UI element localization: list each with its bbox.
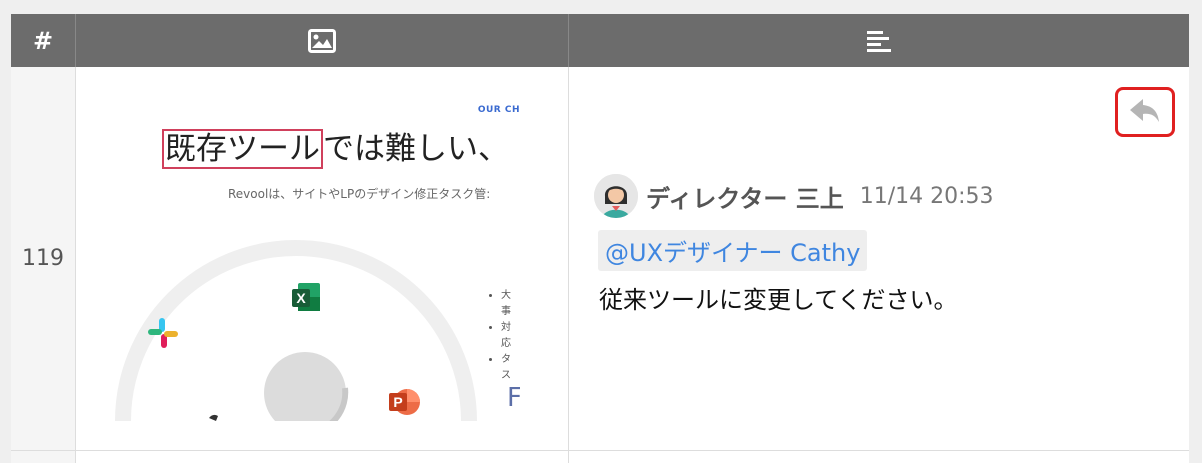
table-header: # xyxy=(11,14,1189,67)
list-item: 対応 xyxy=(501,320,520,352)
reply-icon xyxy=(1130,99,1159,122)
thumbnail-trailing-letter: F xyxy=(507,383,520,413)
list-item: 大事 xyxy=(501,288,520,320)
comment-timestamp: 11/14 20:53 xyxy=(859,183,994,209)
thumbnail-bullet-list: 大事 対応 タス xyxy=(489,288,520,384)
header-image[interactable] xyxy=(76,14,569,67)
powerpoint-icon: P xyxy=(389,389,420,415)
header-text[interactable] xyxy=(569,14,1189,67)
header-number[interactable]: # xyxy=(11,14,76,67)
image-icon xyxy=(308,28,336,53)
comment-cell[interactable]: ディレクター 三上 11/14 20:53 @UXデザイナー Cathy 従来ツ… xyxy=(569,67,1189,450)
svg-text:X: X xyxy=(296,290,306,306)
image-cell xyxy=(76,451,569,463)
row-number-cell xyxy=(11,451,76,463)
list-item: タス xyxy=(501,352,520,384)
mention-tag[interactable]: @UXデザイナー Cathy xyxy=(598,230,868,271)
thumbnail-graphic xyxy=(115,240,477,421)
image-cell[interactable]: OUR CH 既存ツールでは難しい、 Revoolは、サイトやLPのデザイン修正… xyxy=(76,67,569,450)
align-left-icon xyxy=(867,30,891,52)
row-number: 119 xyxy=(11,67,76,450)
avatar[interactable] xyxy=(594,174,638,218)
screenshot-thumbnail[interactable]: OUR CH 既存ツールでは難しい、 Revoolは、サイトやLPのデザイン修正… xyxy=(105,93,520,421)
reply-button[interactable] xyxy=(1115,87,1175,137)
author-name: ディレクター 三上 xyxy=(646,184,844,213)
excel-icon: X xyxy=(292,283,320,311)
comment-text: 従来ツールに変更してください。 xyxy=(599,286,958,314)
svg-text:P: P xyxy=(393,394,402,410)
slack-icon xyxy=(148,318,178,348)
director-avatar-icon xyxy=(594,174,638,218)
table-row[interactable] xyxy=(11,451,1189,463)
comment-table: # 119 OUR CH 既存ツールでは難しい、 Revoolは、サイトやLPの… xyxy=(11,14,1189,463)
table-row[interactable]: 119 OUR CH 既存ツールでは難しい、 Revoolは、サイトやLPのデザ… xyxy=(11,67,1189,451)
comment-author: ディレクター 三上 11/14 20:53 xyxy=(594,174,994,218)
